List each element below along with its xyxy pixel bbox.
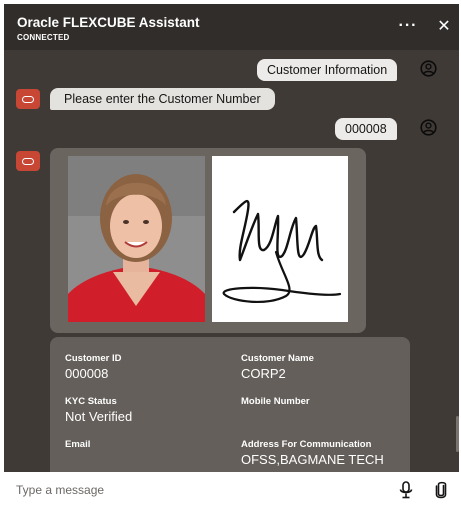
address-label: Address For Communication bbox=[241, 439, 372, 450]
customer-id-value: 000008 bbox=[65, 366, 109, 381]
chat-header: Oracle FLEXCUBE Assistant CONNECTED ··· … bbox=[4, 4, 459, 50]
customer-info-card: Customer ID 000008 Customer Name CORP2 K… bbox=[50, 337, 410, 472]
user-avatar-icon bbox=[420, 60, 437, 77]
bot-avatar-icon bbox=[16, 89, 40, 109]
chat-window: Oracle FLEXCUBE Assistant CONNECTED ··· … bbox=[4, 4, 459, 472]
email-label: Email bbox=[65, 439, 91, 450]
connection-status: CONNECTED bbox=[17, 33, 70, 42]
bot-avatar-icon bbox=[16, 151, 40, 171]
user-avatar-icon bbox=[420, 119, 437, 136]
mobile-number-label: Mobile Number bbox=[241, 396, 310, 407]
customer-name-label: Customer Name bbox=[241, 353, 314, 364]
customer-photo bbox=[68, 156, 205, 322]
user-message-bubble: 000008 bbox=[335, 118, 397, 140]
scrollbar[interactable] bbox=[456, 416, 459, 452]
kyc-status-value: Not Verified bbox=[65, 409, 133, 424]
customer-id-label: Customer ID bbox=[65, 353, 122, 364]
more-icon[interactable]: ··· bbox=[398, 16, 418, 36]
message-composer bbox=[0, 474, 461, 506]
address-value: OFSS,BAGMANE TECH bbox=[241, 452, 384, 467]
customer-media-card bbox=[50, 148, 366, 333]
customer-name-value: CORP2 bbox=[241, 366, 286, 381]
kyc-status-label: KYC Status bbox=[65, 396, 117, 407]
user-message-bubble: Customer Information bbox=[257, 59, 398, 81]
customer-signature bbox=[212, 156, 348, 322]
bot-message-bubble: Please enter the Customer Number bbox=[50, 88, 275, 110]
microphone-icon[interactable] bbox=[398, 481, 414, 499]
message-input[interactable] bbox=[16, 481, 376, 499]
close-icon[interactable]: ✕ bbox=[434, 16, 454, 36]
chat-title: Oracle FLEXCUBE Assistant bbox=[17, 15, 200, 30]
paperclip-icon[interactable] bbox=[434, 481, 448, 499]
